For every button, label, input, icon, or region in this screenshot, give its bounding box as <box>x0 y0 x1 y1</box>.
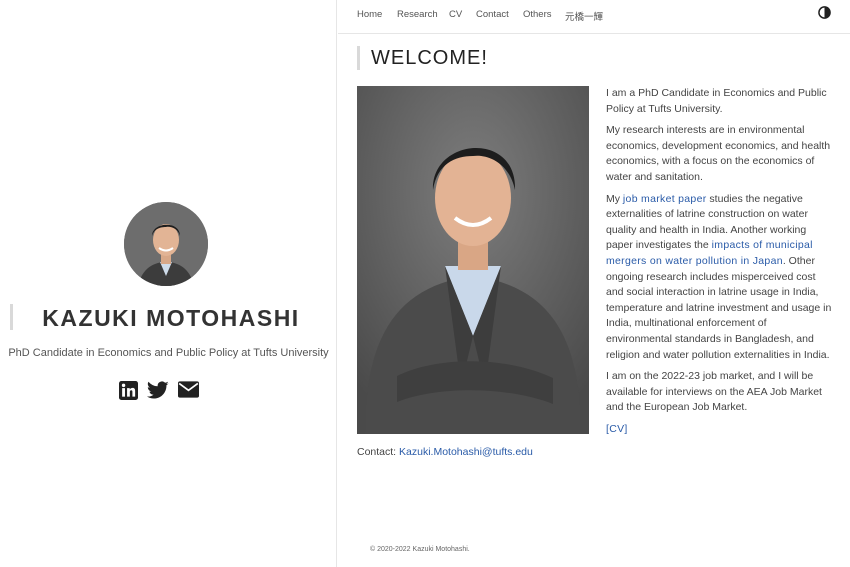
job-market-paper-link[interactable]: job market paper <box>623 193 707 205</box>
cv-link[interactable]: [CV] <box>606 423 628 435</box>
cv-paragraph: [CV] <box>606 422 834 438</box>
avatar-photo <box>124 202 208 286</box>
portrait-photo <box>357 86 589 434</box>
contrast-icon[interactable] <box>818 6 831 24</box>
nav-cv[interactable]: CV <box>449 9 462 20</box>
contact-label: Contact: <box>357 446 397 458</box>
page-title: WELCOME! <box>357 46 571 70</box>
envelope-icon[interactable] <box>178 381 199 403</box>
bio-text: . Other ongoing research includes misper… <box>606 254 832 361</box>
twitter-icon[interactable] <box>147 381 169 405</box>
contact-email-link[interactable]: Kazuki.Motohashi@tufts.edu <box>399 446 533 458</box>
footer-copyright: © 2020-2022 Kazuki Motohashi. <box>370 546 470 553</box>
bio: I am a PhD Candidate in Economics and Pu… <box>606 86 834 443</box>
avatar <box>124 202 208 286</box>
bio-paragraph-4: I am on the 2022-23 job market, and I wi… <box>606 370 822 414</box>
profile-tagline: PhD Candidate in Economics and Public Po… <box>8 347 329 359</box>
name-heading-wrap: KAZUKI MOTOHASHI <box>10 304 329 331</box>
nav-contact[interactable]: Contact <box>476 9 509 20</box>
bio-paragraph-1: I am a PhD Candidate in Economics and Pu… <box>606 87 827 115</box>
bio-paragraph-2: My research interests are in environment… <box>606 124 831 183</box>
bio-text: My <box>606 192 623 205</box>
linkedin-icon[interactable] <box>119 381 138 405</box>
top-nav: Home Research CV Contact Others 元橋一輝 <box>338 0 850 34</box>
profile-name: KAZUKI MOTOHASHI <box>42 305 300 331</box>
nav-japanese-name[interactable]: 元橋一輝 <box>565 9 603 23</box>
nav-others[interactable]: Others <box>523 9 552 20</box>
contact-line: Contact: Kazuki.Motohashi@tufts.edu <box>357 446 533 458</box>
sidebar: KAZUKI MOTOHASHI PhD Candidate in Econom… <box>0 0 337 567</box>
nav-research[interactable]: Research <box>397 9 438 20</box>
nav-home[interactable]: Home <box>357 9 382 20</box>
bio-paragraph-3: My job market paper studies the negative… <box>606 192 834 364</box>
